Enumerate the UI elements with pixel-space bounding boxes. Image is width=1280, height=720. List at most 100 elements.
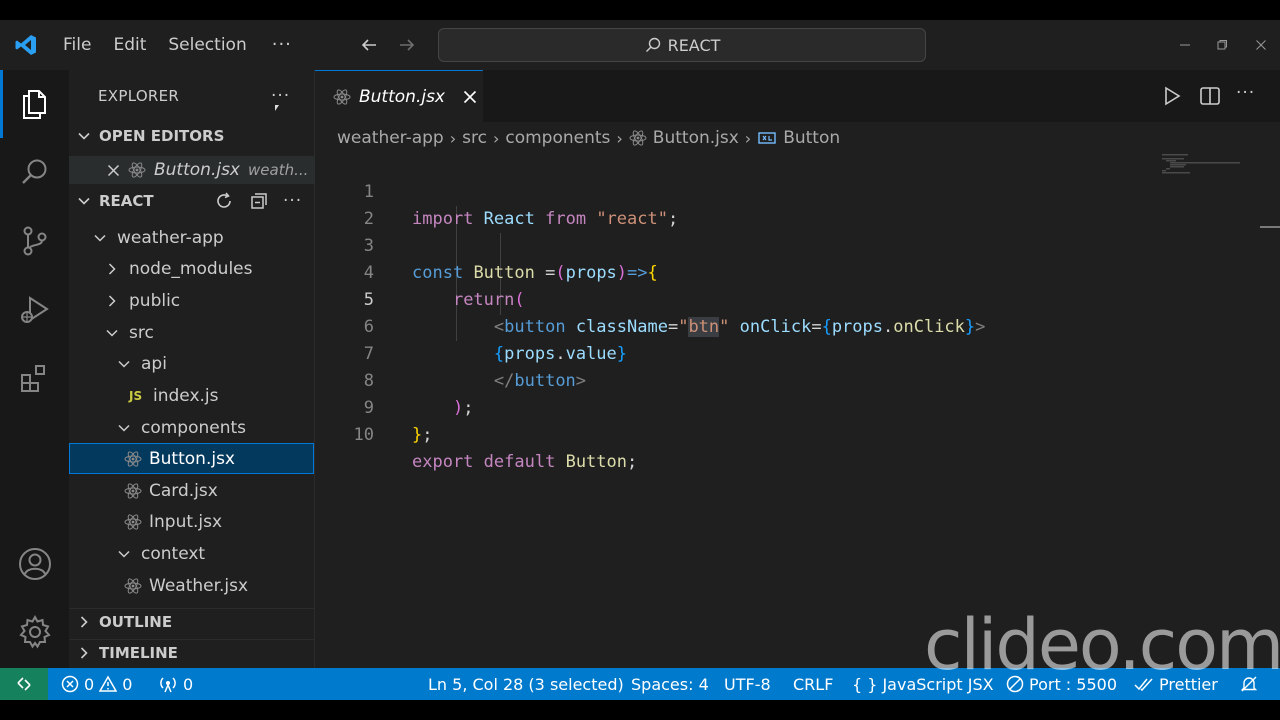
close-icon[interactable] bbox=[107, 164, 120, 177]
split-editor-icon[interactable] bbox=[1199, 85, 1221, 107]
source-control-icon[interactable] bbox=[0, 211, 69, 271]
title-bar: File Edit Selection ··· REACT bbox=[0, 20, 1280, 70]
restore-icon[interactable] bbox=[1203, 20, 1241, 70]
react-folder-section[interactable]: REACT ··· bbox=[69, 189, 315, 213]
run-icon[interactable] bbox=[1162, 85, 1182, 107]
remote-indicator[interactable] bbox=[0, 668, 48, 700]
collapse-all-icon[interactable] bbox=[249, 191, 269, 211]
language-label: JavaScript JSX bbox=[882, 674, 994, 694]
problems-status[interactable]: 0 0 bbox=[61, 668, 132, 700]
react-file-icon bbox=[124, 450, 142, 467]
breadcrumb-item[interactable]: Button.jsx bbox=[653, 128, 739, 148]
tree-folder-src[interactable]: src bbox=[69, 320, 315, 346]
tree-folder-public[interactable]: public bbox=[69, 288, 315, 314]
extensions-icon[interactable] bbox=[0, 349, 69, 409]
editor-more-icon[interactable]: ··· bbox=[1236, 83, 1255, 103]
tab-bar: Button.jsx ··· bbox=[315, 70, 1280, 122]
close-window-icon[interactable] bbox=[1242, 20, 1280, 70]
tree-file-input-jsx[interactable]: Input.jsx bbox=[69, 509, 315, 535]
tree-label: context bbox=[141, 544, 206, 564]
refresh-icon[interactable] bbox=[214, 191, 234, 211]
tree-folder-weather-app[interactable]: weather-app bbox=[69, 225, 315, 251]
chevron-right-icon bbox=[80, 615, 88, 628]
settings-gear-icon[interactable] bbox=[0, 602, 69, 662]
open-editor-name: Button.jsx bbox=[154, 160, 240, 180]
activity-bar bbox=[0, 70, 69, 668]
tab-button-jsx[interactable]: Button.jsx bbox=[315, 70, 483, 122]
explorer-sidebar: EXPLORER ··· OPEN EDITORS Button.jsx wea… bbox=[69, 70, 315, 668]
tree-label: api bbox=[141, 354, 167, 374]
search-icon bbox=[645, 37, 660, 52]
cursor-position[interactable]: Ln 5, Col 28 (3 selected) bbox=[428, 668, 624, 700]
menu-file[interactable]: File bbox=[52, 20, 102, 70]
tree-folder-api[interactable]: api bbox=[69, 351, 315, 377]
line-number: 10 bbox=[353, 425, 374, 445]
breadcrumb-item[interactable]: Button bbox=[783, 128, 840, 148]
language-mode[interactable]: { } JavaScript JSX bbox=[852, 668, 994, 700]
status-bar: 0 0 0 Ln 5, Col 28 (3 selected) Spaces: … bbox=[0, 668, 1280, 700]
open-editors-section[interactable]: OPEN EDITORS bbox=[69, 124, 315, 148]
port-label: Port : 5500 bbox=[1029, 674, 1117, 694]
menu-selection[interactable]: Selection bbox=[157, 20, 257, 70]
tree-file-weather-jsx[interactable]: Weather.jsx bbox=[69, 573, 315, 599]
eol-status[interactable]: CRLF bbox=[793, 668, 833, 700]
menu-more[interactable]: ··· bbox=[258, 20, 306, 70]
react-more-icon[interactable]: ··· bbox=[283, 191, 302, 211]
tree-label: Weather.jsx bbox=[149, 576, 249, 596]
chevron-right-icon: › bbox=[449, 128, 457, 148]
command-center[interactable]: REACT bbox=[438, 28, 926, 62]
mouse-cursor bbox=[275, 105, 279, 111]
code-line: 8 ); bbox=[315, 341, 1215, 418]
minimap[interactable] bbox=[1160, 152, 1250, 192]
menu-edit[interactable]: Edit bbox=[102, 20, 157, 70]
close-icon[interactable] bbox=[463, 90, 477, 104]
breadcrumb-item[interactable]: src bbox=[462, 128, 487, 148]
minimize-icon[interactable] bbox=[1166, 20, 1204, 70]
chevron-down-icon bbox=[118, 424, 130, 432]
encoding-status[interactable]: UTF-8 bbox=[724, 668, 771, 700]
tree-folder-components[interactable]: components bbox=[69, 415, 315, 441]
tree-label: components bbox=[141, 418, 247, 438]
broadcast-icon bbox=[160, 677, 176, 693]
accounts-icon[interactable] bbox=[0, 534, 69, 594]
tree-file-card-jsx[interactable]: Card.jsx bbox=[69, 478, 315, 504]
back-arrow-icon[interactable] bbox=[350, 20, 388, 70]
indentation-status[interactable]: Spaces: 4 bbox=[631, 668, 709, 700]
code-text: }; bbox=[412, 425, 433, 445]
run-debug-icon[interactable] bbox=[0, 280, 69, 340]
error-count: 0 bbox=[84, 674, 95, 694]
tree-file-button-jsx[interactable]: Button.jsx bbox=[69, 443, 314, 474]
timeline-header: TIMELINE bbox=[99, 643, 178, 662]
search-icon[interactable] bbox=[0, 142, 69, 202]
chevron-right-icon: › bbox=[744, 128, 752, 148]
tree-file-index-js[interactable]: JS index.js bbox=[69, 383, 315, 409]
warning-icon bbox=[99, 675, 118, 692]
explorer-title: EXPLORER bbox=[98, 87, 180, 105]
block-icon bbox=[1006, 675, 1024, 693]
chevron-right-icon: › bbox=[616, 128, 623, 148]
ports-count: 0 bbox=[183, 674, 194, 694]
prettier-status[interactable]: Prettier bbox=[1134, 668, 1218, 700]
outline-section[interactable]: OUTLINE bbox=[69, 608, 315, 634]
notifications-icon[interactable] bbox=[1240, 668, 1258, 700]
ports-status[interactable]: 0 bbox=[158, 668, 193, 700]
breadcrumb: weather-app › src › components › Button.… bbox=[337, 124, 840, 152]
breadcrumb-item[interactable]: weather-app bbox=[337, 128, 444, 148]
tree-label: Input.jsx bbox=[149, 512, 223, 532]
tree-folder-context[interactable]: context bbox=[69, 541, 315, 567]
explorer-more-icon[interactable]: ··· bbox=[271, 86, 290, 106]
breadcrumb-item[interactable]: components bbox=[505, 128, 610, 148]
code-line: 5 <button className="btn" onClick={props… bbox=[315, 260, 1215, 337]
explorer-files-icon[interactable] bbox=[0, 74, 69, 134]
command-center-label: REACT bbox=[667, 35, 721, 55]
forward-arrow-icon[interactable] bbox=[388, 20, 426, 70]
timeline-section[interactable]: TIMELINE bbox=[69, 639, 315, 665]
code-line: 6 {props.value} bbox=[315, 287, 1215, 364]
open-editor-item[interactable]: Button.jsx weath... bbox=[69, 156, 315, 184]
remote-icon bbox=[17, 677, 31, 691]
chevron-right-icon: › bbox=[492, 128, 500, 148]
code-line: 7 </button> bbox=[315, 314, 1215, 391]
tree-folder-node-modules[interactable]: node_modules bbox=[69, 256, 315, 282]
live-server-port[interactable]: Port : 5500 bbox=[1006, 668, 1117, 700]
braces-icon: { } bbox=[852, 674, 878, 694]
